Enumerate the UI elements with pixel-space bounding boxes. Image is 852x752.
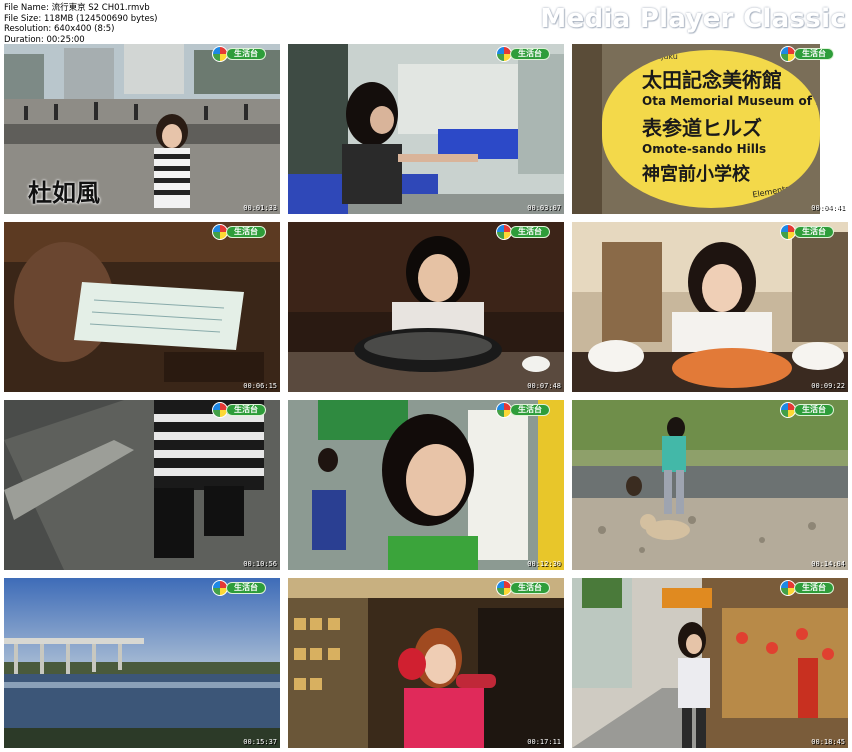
shopping-street-scene: [572, 578, 848, 748]
file-name: File Name: 流行東京 S2 CH01.rmvb: [4, 3, 150, 13]
timestamp: 00:18:45: [811, 738, 845, 746]
station-sign: Harajuku 太田記念美術館 Ota Memorial Museum of …: [602, 50, 820, 208]
channel-logo: 生活台: [780, 224, 834, 240]
channel-logo-text: 生活台: [226, 226, 266, 238]
info-header: File Name: 流行東京 S2 CH01.rmvb File Size: …: [0, 0, 852, 45]
running-legs-scene: [4, 400, 280, 570]
thumbnail-frame[interactable]: 生活台 00:17:11: [288, 578, 564, 748]
thumbnail-frame[interactable]: 生活台 00:12:30: [288, 400, 564, 570]
timestamp: 00:14:04: [811, 560, 845, 568]
sign-line: Omote-sando Hills: [642, 142, 767, 156]
timestamp: 00:04:41: [811, 204, 845, 212]
festival-selfie-scene: [288, 400, 564, 570]
channel-logo: 生活台: [780, 46, 834, 62]
timestamp: 00:01:33: [243, 204, 277, 212]
riverbank-dog-scene: [572, 400, 848, 570]
thumbnail-frame[interactable]: 生活台 00:07:48: [288, 222, 564, 392]
channel-logo-text: 生活台: [510, 226, 550, 238]
thumbnail-frame[interactable]: 生活台 00:14:04: [572, 400, 848, 570]
river-bridge-scene: [4, 578, 280, 748]
resolution: Resolution: 640x400 (8:5): [4, 24, 115, 34]
channel-logo-text: 生活台: [226, 404, 266, 416]
timestamp: 00:15:37: [243, 738, 277, 746]
thumbnail-grid: 杜如風 生活台 00:01:33 生活台 00:03:07 Harajuku 太…: [4, 44, 848, 748]
channel-logo: 生活台: [212, 46, 266, 62]
channel-logo: 生活台: [496, 580, 550, 596]
channel-logo: 生活台: [212, 224, 266, 240]
channel-logo-text: 生活台: [510, 582, 550, 594]
channel-logo-text: 生活台: [794, 226, 834, 238]
sign-line: 太田記念美術館: [642, 68, 782, 92]
file-info: File Name: 流行東京 S2 CH01.rmvb File Size: …: [4, 3, 157, 45]
timestamp: 00:03:07: [527, 204, 561, 212]
timestamp: 00:17:11: [527, 738, 561, 746]
timestamp: 00:10:56: [243, 560, 277, 568]
sign-line: 神宮前小学校: [642, 164, 750, 185]
thumbnail-frame[interactable]: 生活台 00:06:15: [4, 222, 280, 392]
channel-logo: 生活台: [496, 402, 550, 418]
timestamp: 00:07:48: [527, 382, 561, 390]
channel-logo-text: 生活台: [510, 48, 550, 60]
thumbnail-frame[interactable]: 生活台 00:10:56: [4, 400, 280, 570]
thumbnail-frame[interactable]: 生活台 00:18:45: [572, 578, 848, 748]
ticket-closeup-scene: [4, 222, 280, 392]
channel-logo: 生活台: [212, 580, 266, 596]
channel-logo: 生活台: [780, 402, 834, 418]
souvenir-shop-scene: [288, 578, 564, 748]
timestamp: 00:06:15: [243, 382, 277, 390]
channel-logo-text: 生活台: [226, 48, 266, 60]
thumbnail-frame[interactable]: 杜如風 生活台 00:01:33: [4, 44, 280, 214]
person-name-caption: 杜如風: [28, 178, 100, 207]
channel-logo: 生活台: [496, 46, 550, 62]
restaurant-pot-scene: [288, 222, 564, 392]
crab-meal-scene: [572, 222, 848, 392]
thumbnail-frame[interactable]: 生活台 00:15:37: [4, 578, 280, 748]
channel-logo-text: 生活台: [510, 404, 550, 416]
channel-logo-text: 生活台: [794, 404, 834, 416]
channel-logo: 生活台: [496, 224, 550, 240]
thumbnail-frame[interactable]: 生活台 00:03:07: [288, 44, 564, 214]
sign-line: 表参道ヒルズ: [642, 116, 762, 140]
brand-title: Media Player Classic: [540, 4, 846, 34]
channel-logo-text: 生活台: [794, 48, 834, 60]
thumbnail-frame[interactable]: 生活台 00:09:22: [572, 222, 848, 392]
channel-logo: 生活台: [212, 402, 266, 418]
channel-logo-text: 生活台: [226, 582, 266, 594]
thumbnail-frame[interactable]: Harajuku 太田記念美術館 Ota Memorial Museum of …: [572, 44, 848, 214]
file-size: File Size: 118MB (124500690 bytes): [4, 13, 158, 24]
timestamp: 00:09:22: [811, 382, 845, 390]
channel-logo: 生活台: [780, 580, 834, 596]
train-interior-scene: [288, 44, 564, 214]
timestamp: 00:12:30: [527, 560, 561, 568]
sign-line: Ota Memorial Museum of Art: [642, 94, 820, 108]
channel-logo-text: 生活台: [794, 582, 834, 594]
sign-line: Harajuku: [642, 52, 678, 61]
